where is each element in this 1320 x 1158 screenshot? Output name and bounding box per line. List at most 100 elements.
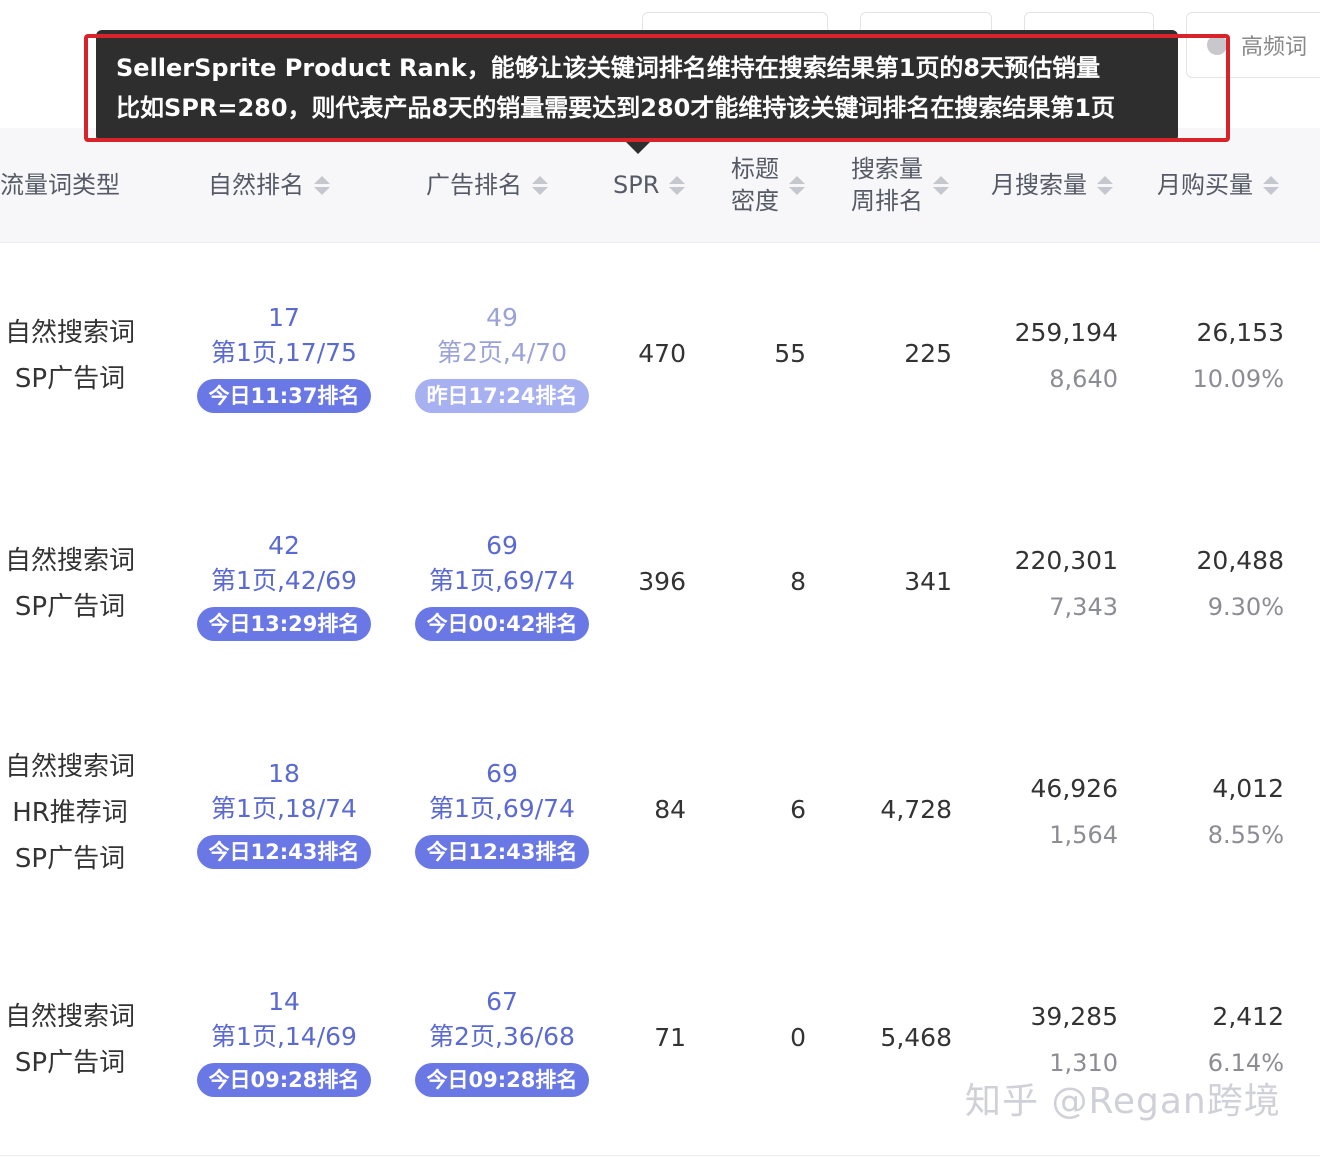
rank-number[interactable]: 67 <box>486 985 518 1019</box>
sort-icon[interactable] <box>1097 175 1113 195</box>
rank-number[interactable]: 69 <box>486 757 518 791</box>
monthly-search-value: 259,194 <box>1014 318 1118 347</box>
toolbar-button-label: 高频词 <box>1241 35 1308 60</box>
header-label: 搜索量 周排名 <box>851 153 923 217</box>
rank-number[interactable]: 42 <box>268 529 300 563</box>
header-label: 广告排名 <box>426 171 522 199</box>
sort-icon[interactable] <box>1263 175 1279 195</box>
rank-time-badge[interactable]: 今日09:28排名 <box>414 1063 590 1097</box>
tooltip-arrow-icon <box>626 142 650 154</box>
header-label: 月搜索量 <box>991 171 1087 199</box>
week-rank-value: 225 <box>904 339 952 368</box>
natural-rank-cell: 42 第1页,42/69 今日13:29排名 <box>184 529 384 641</box>
rank-page: 第1页,42/69 <box>211 566 357 595</box>
rank-number[interactable]: 18 <box>268 757 300 791</box>
monthly-search-cell: 220,301 7,343 <box>948 543 1118 625</box>
table-row: 自然搜索词 SP广告词 17 第1页,17/75 今日11:37排名 49 第2… <box>0 243 1320 472</box>
traffic-types: 自然搜索词 SP广告词 <box>0 543 140 625</box>
monthly-purchase-cell: 20,488 9.30% <box>1114 543 1284 625</box>
header-natural-rank[interactable]: 自然排名 <box>208 128 330 242</box>
daily-search-value: 1,564 <box>1049 821 1118 849</box>
spr-value: 84 <box>654 795 686 824</box>
rank-time-badge[interactable]: 今日11:37排名 <box>196 379 372 413</box>
header-ad-rank[interactable]: 广告排名 <box>426 128 548 242</box>
traffic-type-label: 自然搜索词 <box>4 546 135 576</box>
ad-rank-cell: 67 第2页,36/68 今日09:28排名 <box>402 985 602 1097</box>
title-density-value: 8 <box>790 567 806 596</box>
monthly-purchase-cell: 4,012 8.55% <box>1114 771 1284 853</box>
ad-rank-cell: 69 第1页,69/74 今日00:42排名 <box>402 529 602 641</box>
title-density-value: 0 <box>790 1023 806 1052</box>
header-label: 流量词类型 <box>0 171 120 199</box>
natural-rank-cell: 18 第1页,18/74 今日12:43排名 <box>184 757 384 869</box>
spr-value: 470 <box>638 339 686 368</box>
header-monthly-search[interactable]: 月搜索量 <box>991 128 1113 242</box>
rank-page: 第2页,4/70 <box>437 338 567 367</box>
purchase-rate-value: 8.55% <box>1207 821 1284 849</box>
sort-icon[interactable] <box>314 175 330 195</box>
sort-icon[interactable] <box>532 175 548 195</box>
rank-time-badge[interactable]: 今日12:43排名 <box>414 835 590 869</box>
rank-time-badge[interactable]: 昨日17:24排名 <box>414 379 590 413</box>
header-label: SPR <box>613 171 660 199</box>
title-density-value: 6 <box>790 795 806 824</box>
monthly-search-cell: 39,285 1,310 <box>948 999 1118 1081</box>
traffic-type-label: SP广告词 <box>14 364 126 394</box>
header-title-density[interactable]: 标题 密度 <box>731 128 805 242</box>
rank-page: 第1页,69/74 <box>429 794 575 823</box>
purchase-rate-value: 9.30% <box>1207 593 1284 621</box>
sort-icon[interactable] <box>933 175 949 195</box>
monthly-search-value: 39,285 <box>1030 1002 1118 1031</box>
traffic-type-label: SP广告词 <box>14 592 126 622</box>
rank-time-badge[interactable]: 今日00:42排名 <box>414 607 590 641</box>
traffic-type-label: SP广告词 <box>14 844 126 874</box>
rank-time-badge[interactable]: 今日13:29排名 <box>196 607 372 641</box>
rank-time-badge[interactable]: 今日09:28排名 <box>196 1063 372 1097</box>
sort-icon[interactable] <box>669 175 686 195</box>
rank-page: 第1页,14/69 <box>211 1022 357 1051</box>
spr-value: 396 <box>638 567 686 596</box>
sort-icon[interactable] <box>789 175 805 195</box>
traffic-types: 自然搜索词 SP广告词 <box>0 999 140 1081</box>
header-label: 月购买量 <box>1157 171 1253 199</box>
monthly-purchase-cell: 2,412 6.14% <box>1114 999 1284 1081</box>
header-label-line: 周排名 <box>851 187 923 215</box>
ad-rank-cell: 69 第1页,69/74 今日12:43排名 <box>402 757 602 869</box>
rank-number[interactable]: 14 <box>268 985 300 1019</box>
header-label: 自然排名 <box>208 171 304 199</box>
header-label-line: 搜索量 <box>851 155 923 183</box>
rank-number[interactable]: 49 <box>486 301 518 335</box>
rank-number[interactable]: 17 <box>268 301 300 335</box>
traffic-type-label: HR推荐词 <box>12 798 128 828</box>
week-rank-value: 341 <box>904 567 952 596</box>
week-rank-value: 5,468 <box>880 1023 952 1052</box>
monthly-purchase-value: 26,153 <box>1196 318 1284 347</box>
rank-number[interactable]: 69 <box>486 529 518 563</box>
traffic-type-label: SP广告词 <box>14 1048 126 1078</box>
monthly-search-cell: 259,194 8,640 <box>948 315 1118 397</box>
daily-search-value: 8,640 <box>1049 365 1118 393</box>
header-label-line: 标题 <box>731 155 779 183</box>
table-row: 自然搜索词 HR推荐词 SP广告词 18 第1页,18/74 今日12:43排名… <box>0 699 1320 928</box>
monthly-search-value: 220,301 <box>1014 546 1118 575</box>
header-monthly-purchase[interactable]: 月购买量 <box>1157 128 1279 242</box>
header-label-line: 密度 <box>731 187 779 215</box>
daily-search-value: 7,343 <box>1049 593 1118 621</box>
monthly-purchase-value: 4,012 <box>1212 774 1284 803</box>
traffic-type-label: 自然搜索词 <box>4 752 135 782</box>
ad-rank-cell: 49 第2页,4/70 昨日17:24排名 <box>402 301 602 413</box>
watermark: 知乎 @Regan跨境 <box>965 1081 1281 1122</box>
traffic-types: 自然搜索词 HR推荐词 SP广告词 <box>0 749 140 877</box>
monthly-purchase-value: 20,488 <box>1196 546 1284 575</box>
natural-rank-cell: 17 第1页,17/75 今日11:37排名 <box>184 301 384 413</box>
rank-page: 第2页,36/68 <box>429 1022 575 1051</box>
annotation-highlight-box <box>84 34 1230 142</box>
monthly-search-value: 46,926 <box>1030 774 1118 803</box>
rank-page: 第1页,17/75 <box>211 338 357 367</box>
rank-time-badge[interactable]: 今日12:43排名 <box>196 835 372 869</box>
rank-page: 第1页,69/74 <box>429 566 575 595</box>
header-search-week-rank[interactable]: 搜索量 周排名 <box>851 128 949 242</box>
rank-page: 第1页,18/74 <box>211 794 357 823</box>
header-traffic-type: 流量词类型 <box>0 128 140 242</box>
monthly-purchase-cell: 26,153 10.09% <box>1114 315 1284 397</box>
